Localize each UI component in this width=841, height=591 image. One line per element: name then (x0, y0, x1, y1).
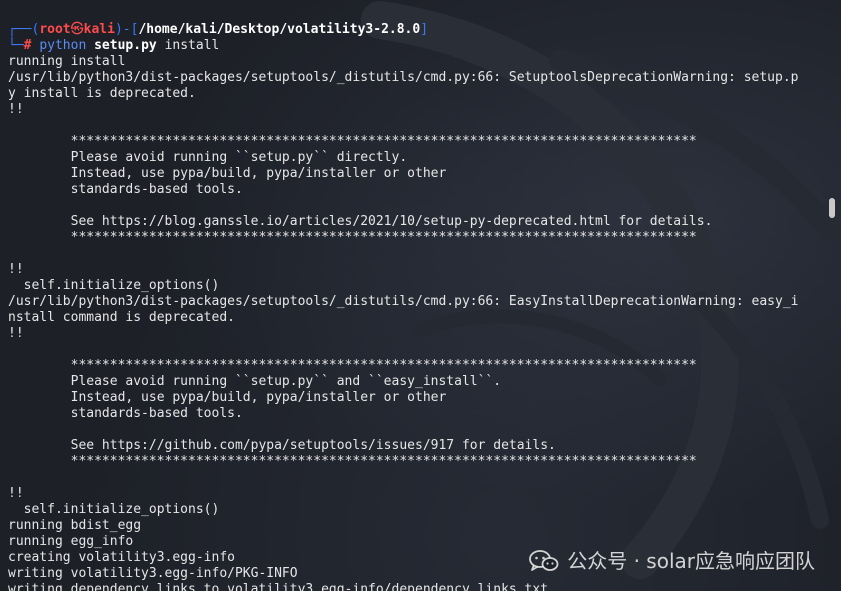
prompt-line-top: ┌──(root㉿kali)-[/home/kali/Desktop/volat… (8, 22, 820, 38)
output-line (8, 118, 820, 134)
output-line (8, 246, 820, 262)
prompt-corner-bottom: └─ (8, 38, 24, 53)
output-line: standards-based tools. (8, 182, 243, 197)
prompt-dash: - (122, 22, 131, 37)
prompt-close-paren: ) (114, 22, 123, 37)
output-line: !! (8, 262, 24, 277)
prompt-skull-icon: ㉿ (70, 22, 84, 37)
output-line: See https://github.com/pypa/setuptools/i… (8, 438, 556, 453)
output-line: running bdist_egg (8, 518, 142, 533)
output-line (8, 342, 820, 358)
output-line: See https://blog.ganssle.io/articles/202… (8, 214, 713, 229)
output-line: running install (8, 54, 126, 69)
output-line: self.initialize_options() (8, 278, 220, 293)
output-line: Instead, use pypa/build, pypa/installer … (8, 390, 447, 405)
wechat-icon (529, 550, 559, 571)
watermark-text: 公众号 · solar应急响应团队 (567, 549, 815, 573)
output-line: /usr/lib/python3/dist-packages/setuptool… (8, 294, 799, 309)
output-line: Please avoid running ``setup.py`` direct… (8, 150, 408, 165)
output-line: !! (8, 486, 24, 501)
output-line: Please avoid running ``setup.py`` and ``… (8, 374, 502, 389)
command-file: setup.py (94, 38, 157, 53)
command-arg: install (164, 38, 220, 53)
output-line: writing dependency_links to volatility3.… (8, 582, 549, 591)
output-line (8, 422, 820, 438)
output-line: ****************************************… (8, 358, 697, 373)
output-line: Instead, use pypa/build, pypa/installer … (8, 166, 447, 181)
output-line: ****************************************… (8, 230, 697, 245)
output-line: ****************************************… (8, 134, 697, 149)
output-line (8, 470, 820, 486)
prompt-host: kali (83, 22, 115, 37)
watermark: 公众号 · solar应急响应团队 (529, 549, 815, 573)
output-line: running egg_info (8, 534, 134, 549)
output-line: nstall command is deprecated. (8, 310, 235, 325)
output-line: !! (8, 326, 24, 341)
terminal-window[interactable]: ┌──(root㉿kali)-[/home/kali/Desktop/volat… (0, 0, 841, 591)
prompt-user: root (39, 22, 71, 37)
scrollbar-thumb[interactable] (829, 198, 835, 218)
prompt-line-command: └─# python setup.py install (8, 38, 820, 54)
output-line: y install is deprecated. (8, 86, 196, 101)
output-line: standards-based tools. (8, 406, 243, 421)
output-line: ****************************************… (8, 454, 697, 469)
output-line (8, 198, 820, 214)
output-line: /usr/lib/python3/dist-packages/setuptool… (8, 70, 799, 85)
command-name: python (39, 38, 87, 53)
prompt-close-bracket: ] (420, 22, 429, 37)
terminal-output: ┌──(root㉿kali)-[/home/kali/Desktop/volat… (8, 22, 820, 591)
prompt-hash: # (23, 38, 32, 53)
output-line: self.initialize_options() (8, 502, 220, 517)
output-line: !! (8, 102, 24, 117)
prompt-path: /home/kali/Desktop/volatility3-2.8.0 (138, 22, 421, 37)
prompt-corner-top: ┌── (8, 22, 32, 37)
